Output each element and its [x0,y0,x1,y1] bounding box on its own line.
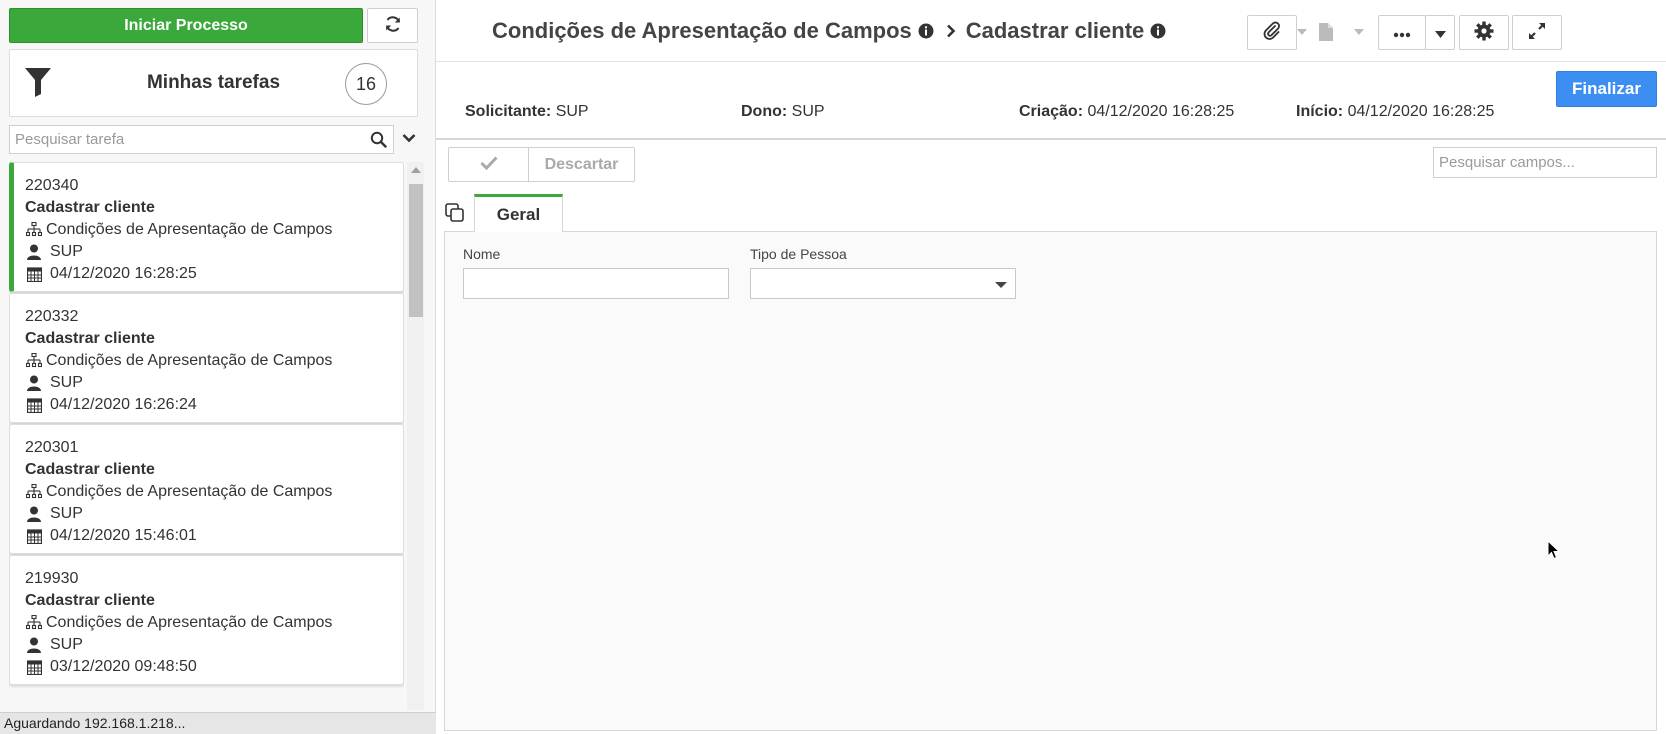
task-date: 04/12/2020 16:28:25 [50,265,197,282]
task-process-name: Condições de Apresentação de Campos [46,352,333,369]
task-user: SUP [50,243,83,260]
task-process-name: Condições de Apresentação de Campos [46,483,333,500]
task-title: Cadastrar cliente [25,199,155,216]
confirm-button[interactable] [449,148,529,181]
copy-icon[interactable] [445,203,465,226]
task-id: 220301 [25,439,79,456]
tipo-pessoa-select[interactable] [750,268,1016,299]
attachment-button[interactable] [1247,15,1297,50]
tab-geral[interactable]: Geral [474,194,563,232]
user-icon [25,244,43,260]
form-actions: Descartar [448,147,635,182]
paperclip-icon [1262,21,1282,44]
meta-owner: Dono: SUP [741,103,825,121]
breadcrumb: Condições de Apresentação de Campos Cada… [492,18,1174,44]
field-search-box [1433,147,1657,178]
process-flow-icon [25,353,43,369]
start-process-button[interactable]: Iniciar Processo [9,8,363,43]
task-process-name: Condições de Apresentação de Campos [46,221,333,238]
task-card[interactable]: 220301 Cadastrar cliente Condições de Ap… [9,424,404,554]
task-title: Cadastrar cliente [25,461,155,478]
task-title: Cadastrar cliente [25,592,155,609]
nome-input[interactable] [463,268,729,299]
task-detail-panel: Condições de Apresentação de Campos Cada… [436,0,1666,734]
start-value: 04/12/2020 16:28:25 [1347,103,1495,120]
breadcrumb-process: Condições de Apresentação de Campos [492,18,912,43]
requester-value: SUP [555,103,589,120]
info-icon[interactable] [918,23,934,39]
task-process-name: Condições de Apresentação de Campos [46,614,333,631]
start-label: Início: [1296,103,1344,120]
task-id: 220340 [25,177,79,194]
created-value: 04/12/2020 16:28:25 [1087,103,1235,120]
chevron-right-icon [946,24,956,38]
task-title: Cadastrar cliente [25,330,155,347]
more-options-button[interactable] [1378,15,1426,50]
breadcrumb-task: Cadastrar cliente [965,18,1145,43]
my-tasks-header: Minhas tarefas 16 [9,49,418,117]
info-icon[interactable] [1150,23,1166,39]
meta-start: Início: 04/12/2020 16:28:25 [1296,103,1494,121]
task-user: SUP [50,636,83,653]
caret-down-icon [1434,25,1446,41]
settings-button[interactable] [1459,15,1509,50]
task-date: 04/12/2020 15:46:01 [50,527,197,544]
user-icon [25,637,43,653]
field-label-nome: Nome [463,246,501,262]
task-id: 220332 [25,308,79,325]
owner-label: Dono: [741,103,788,120]
process-flow-icon [25,484,43,500]
task-search-input[interactable] [10,126,350,153]
task-card[interactable]: 220340 Cadastrar cliente Condições de Ap… [9,162,404,292]
mouse-cursor-icon [1547,539,1561,563]
expand-icon [1528,22,1546,43]
process-flow-icon [25,615,43,631]
task-user: SUP [50,374,83,391]
scrollbar-thumb[interactable] [409,184,423,317]
task-header-bar: Condições de Apresentação de Campos Cada… [436,0,1666,62]
task-card[interactable]: 220332 Cadastrar cliente Condições de Ap… [9,293,404,423]
task-sidebar: Iniciar Processo Minhas tarefas 16 Pesqu… [0,0,436,734]
calendar-icon [25,528,43,544]
task-list: 220340 Cadastrar cliente Condições de Ap… [9,162,404,710]
process-flow-icon [25,222,43,238]
finalize-button[interactable]: Finalizar [1556,71,1657,107]
requester-label: Solicitante: [465,103,552,120]
user-icon [25,375,43,391]
more-options-dropdown[interactable] [1425,15,1455,50]
calendar-icon [25,659,43,675]
field-label-tipo-pessoa: Tipo de Pessoa [750,246,847,262]
calendar-icon [25,397,43,413]
owner-value: SUP [791,103,825,120]
form-panel: Nome Tipo de Pessoa [444,231,1657,731]
more-horizontal-icon [1393,25,1411,41]
refresh-button[interactable] [367,8,418,43]
checkmark-icon [479,156,498,173]
task-date: 03/12/2020 09:48:50 [50,658,197,675]
task-id: 219930 [25,570,79,587]
chevron-down-icon[interactable] [402,130,416,146]
caret-down-icon[interactable] [1351,14,1367,50]
tasks-count-badge: 16 [345,63,387,105]
caret-down-icon [995,282,1007,288]
expand-button[interactable] [1512,15,1562,50]
task-user: SUP [50,505,83,522]
meta-created: Criação: 04/12/2020 16:28:25 [1019,103,1234,121]
meta-requester: Solicitante: SUP [465,103,589,121]
created-label: Criação: [1019,103,1084,120]
search-icon[interactable] [370,131,387,151]
calendar-icon [25,266,43,282]
scroll-up-arrow-icon[interactable] [411,167,421,173]
task-card[interactable]: 219930 Cadastrar cliente Condições de Ap… [9,555,404,685]
task-search-box [9,125,394,154]
gear-icon [1474,21,1494,44]
task-list-scrollbar[interactable] [407,162,424,710]
task-date: 04/12/2020 16:26:24 [50,396,197,413]
document-icon[interactable] [1311,14,1341,50]
user-icon [25,506,43,522]
divider [436,138,1666,140]
refresh-icon [383,14,403,37]
discard-button[interactable]: Descartar [529,148,634,181]
field-search-input[interactable] [1434,148,1656,177]
